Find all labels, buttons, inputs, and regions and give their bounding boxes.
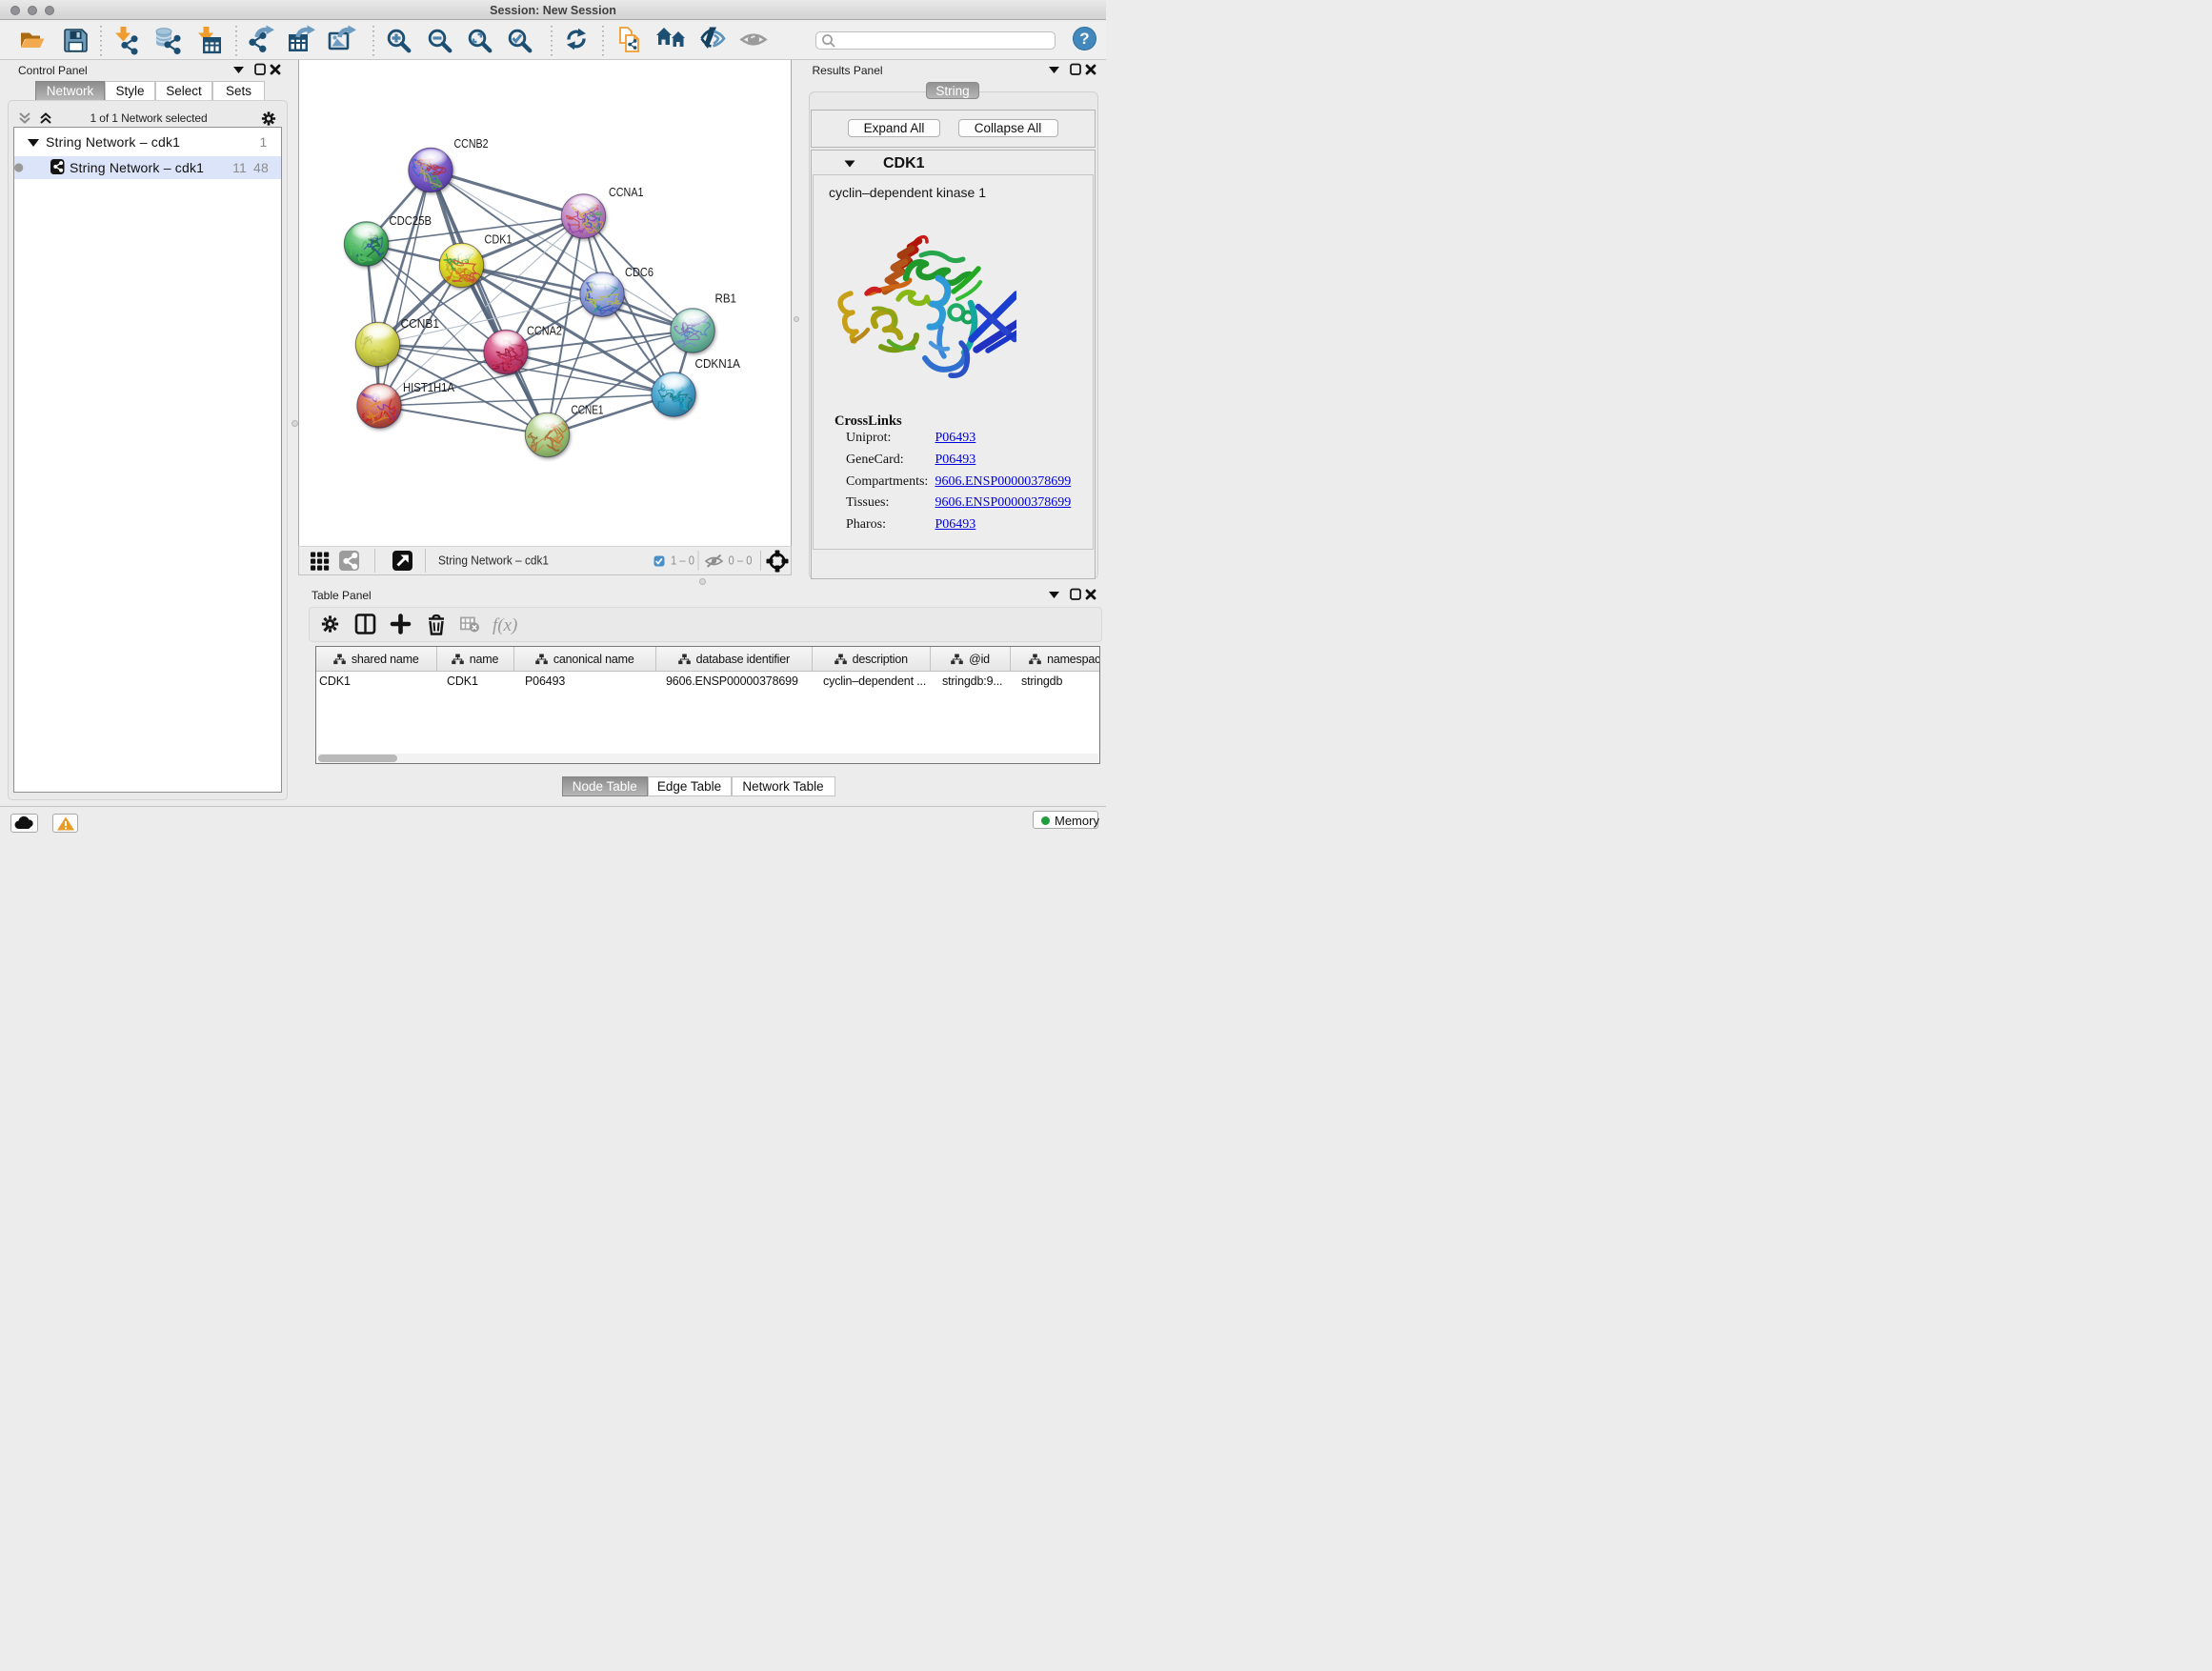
svg-text:CCNA1: CCNA1 (609, 185, 644, 199)
svg-text:CCNB2: CCNB2 (454, 136, 489, 151)
svg-text:HIST1H1A: HIST1H1A (403, 380, 454, 394)
svg-text:0 – 0: 0 – 0 (729, 554, 753, 568)
svg-text:CCNA2: CCNA2 (527, 324, 562, 338)
svg-text:CDC6: CDC6 (625, 265, 654, 279)
svg-text:1 – 0: 1 – 0 (671, 554, 694, 568)
svg-text:f(x): f(x) (493, 615, 517, 635)
svg-text:CCNE1: CCNE1 (572, 403, 604, 417)
svg-text:RB1: RB1 (715, 292, 737, 306)
svg-text:CDK1: CDK1 (485, 232, 513, 247)
svg-text:CDC25B: CDC25B (390, 213, 432, 228)
svg-text:?: ? (1079, 30, 1089, 48)
svg-text:String Network – cdk1: String Network – cdk1 (438, 554, 549, 568)
svg-text:CCNB1: CCNB1 (401, 316, 440, 331)
svg-text:CDKN1A: CDKN1A (695, 356, 741, 371)
